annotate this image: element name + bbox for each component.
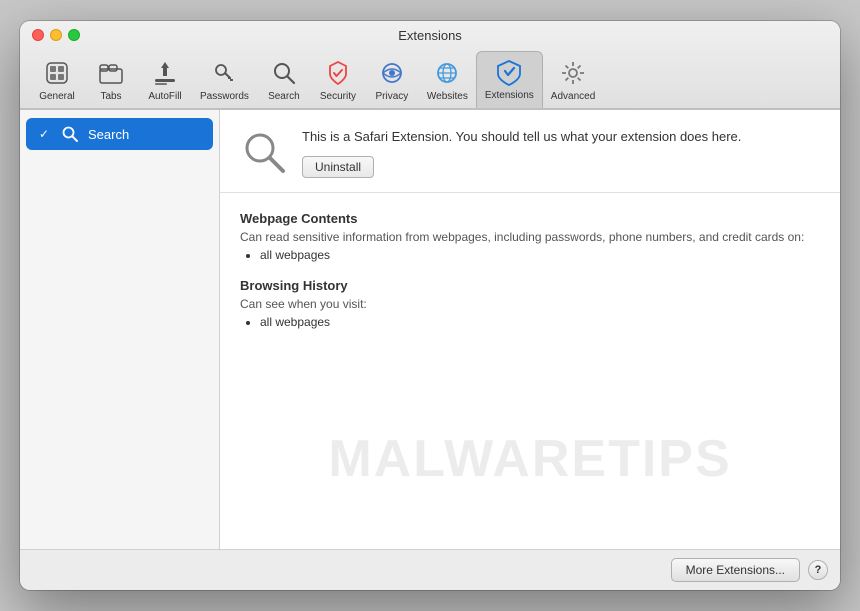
tabs-label: Tabs — [100, 91, 121, 102]
passwords-icon — [208, 57, 240, 89]
window-title: Extensions — [398, 28, 462, 43]
close-button[interactable] — [32, 29, 44, 41]
toolbar-item-privacy[interactable]: Privacy — [365, 53, 419, 108]
extension-info: This is a Safari Extension. You should t… — [302, 128, 820, 178]
sidebar-ext-label: Search — [88, 127, 129, 142]
sidebar-item-search-ext[interactable]: ✓ Search — [26, 118, 213, 150]
permission-section-webpage: Webpage Contents Can read sensitive info… — [240, 211, 820, 262]
help-button[interactable]: ? — [808, 560, 828, 580]
webpage-contents-desc: Can read sensitive information from webp… — [240, 230, 820, 244]
permissions-area: Webpage Contents Can read sensitive info… — [220, 193, 840, 549]
toolbar-item-autofill[interactable]: AutoFill — [138, 53, 192, 108]
search-label: Search — [268, 91, 300, 102]
websites-icon — [431, 57, 463, 89]
browsing-history-desc: Can see when you visit: — [240, 297, 820, 311]
websites-label: Websites — [427, 91, 468, 102]
toolbar-item-search[interactable]: Search — [257, 53, 311, 108]
main-panel: MALWARETIPS This is a Safari Extension. … — [220, 110, 840, 549]
general-label: General — [39, 91, 75, 102]
advanced-label: Advanced — [551, 91, 595, 102]
toolbar: General Tabs — [20, 47, 840, 108]
check-icon: ✓ — [36, 126, 52, 142]
extension-header: This is a Safari Extension. You should t… — [220, 110, 840, 193]
maximize-button[interactable] — [68, 29, 80, 41]
extensions-label: Extensions — [485, 90, 534, 101]
security-icon — [322, 57, 354, 89]
extensions-icon — [493, 56, 525, 88]
sidebar-ext-icon — [60, 124, 80, 144]
autofill-icon — [149, 57, 181, 89]
toolbar-item-websites[interactable]: Websites — [419, 53, 476, 108]
passwords-label: Passwords — [200, 91, 249, 102]
browsing-list-item: all webpages — [260, 315, 820, 329]
uninstall-button[interactable]: Uninstall — [302, 156, 374, 178]
advanced-icon — [557, 57, 589, 89]
toolbar-item-security[interactable]: Security — [311, 53, 365, 108]
bottom-bar: More Extensions... ? — [20, 549, 840, 590]
toolbar-item-advanced[interactable]: Advanced — [543, 53, 603, 108]
privacy-label: Privacy — [376, 91, 409, 102]
content-area: ✓ Search MALWARETIPS — [20, 109, 840, 549]
safari-preferences-window: Extensions General — [20, 21, 840, 590]
sidebar: ✓ Search — [20, 110, 220, 549]
webpage-contents-title: Webpage Contents — [240, 211, 820, 226]
search-toolbar-icon — [268, 57, 300, 89]
toolbar-item-tabs[interactable]: Tabs — [84, 53, 138, 108]
toolbar-item-passwords[interactable]: Passwords — [192, 53, 257, 108]
privacy-icon — [376, 57, 408, 89]
toolbar-item-general[interactable]: General — [30, 53, 84, 108]
extension-description: This is a Safari Extension. You should t… — [302, 128, 820, 146]
tabs-icon — [95, 57, 127, 89]
webpage-list-item: all webpages — [260, 248, 820, 262]
general-icon — [41, 57, 73, 89]
browsing-history-list: all webpages — [260, 315, 820, 329]
toolbar-item-extensions[interactable]: Extensions — [476, 51, 543, 108]
webpage-contents-list: all webpages — [260, 248, 820, 262]
extension-big-icon — [240, 128, 288, 176]
security-label: Security — [320, 91, 356, 102]
traffic-lights — [32, 29, 80, 41]
more-extensions-button[interactable]: More Extensions... — [671, 558, 800, 582]
minimize-button[interactable] — [50, 29, 62, 41]
autofill-label: AutoFill — [148, 91, 181, 102]
titlebar: Extensions General — [20, 21, 840, 109]
permission-section-browsing: Browsing History Can see when you visit:… — [240, 278, 820, 329]
browsing-history-title: Browsing History — [240, 278, 820, 293]
